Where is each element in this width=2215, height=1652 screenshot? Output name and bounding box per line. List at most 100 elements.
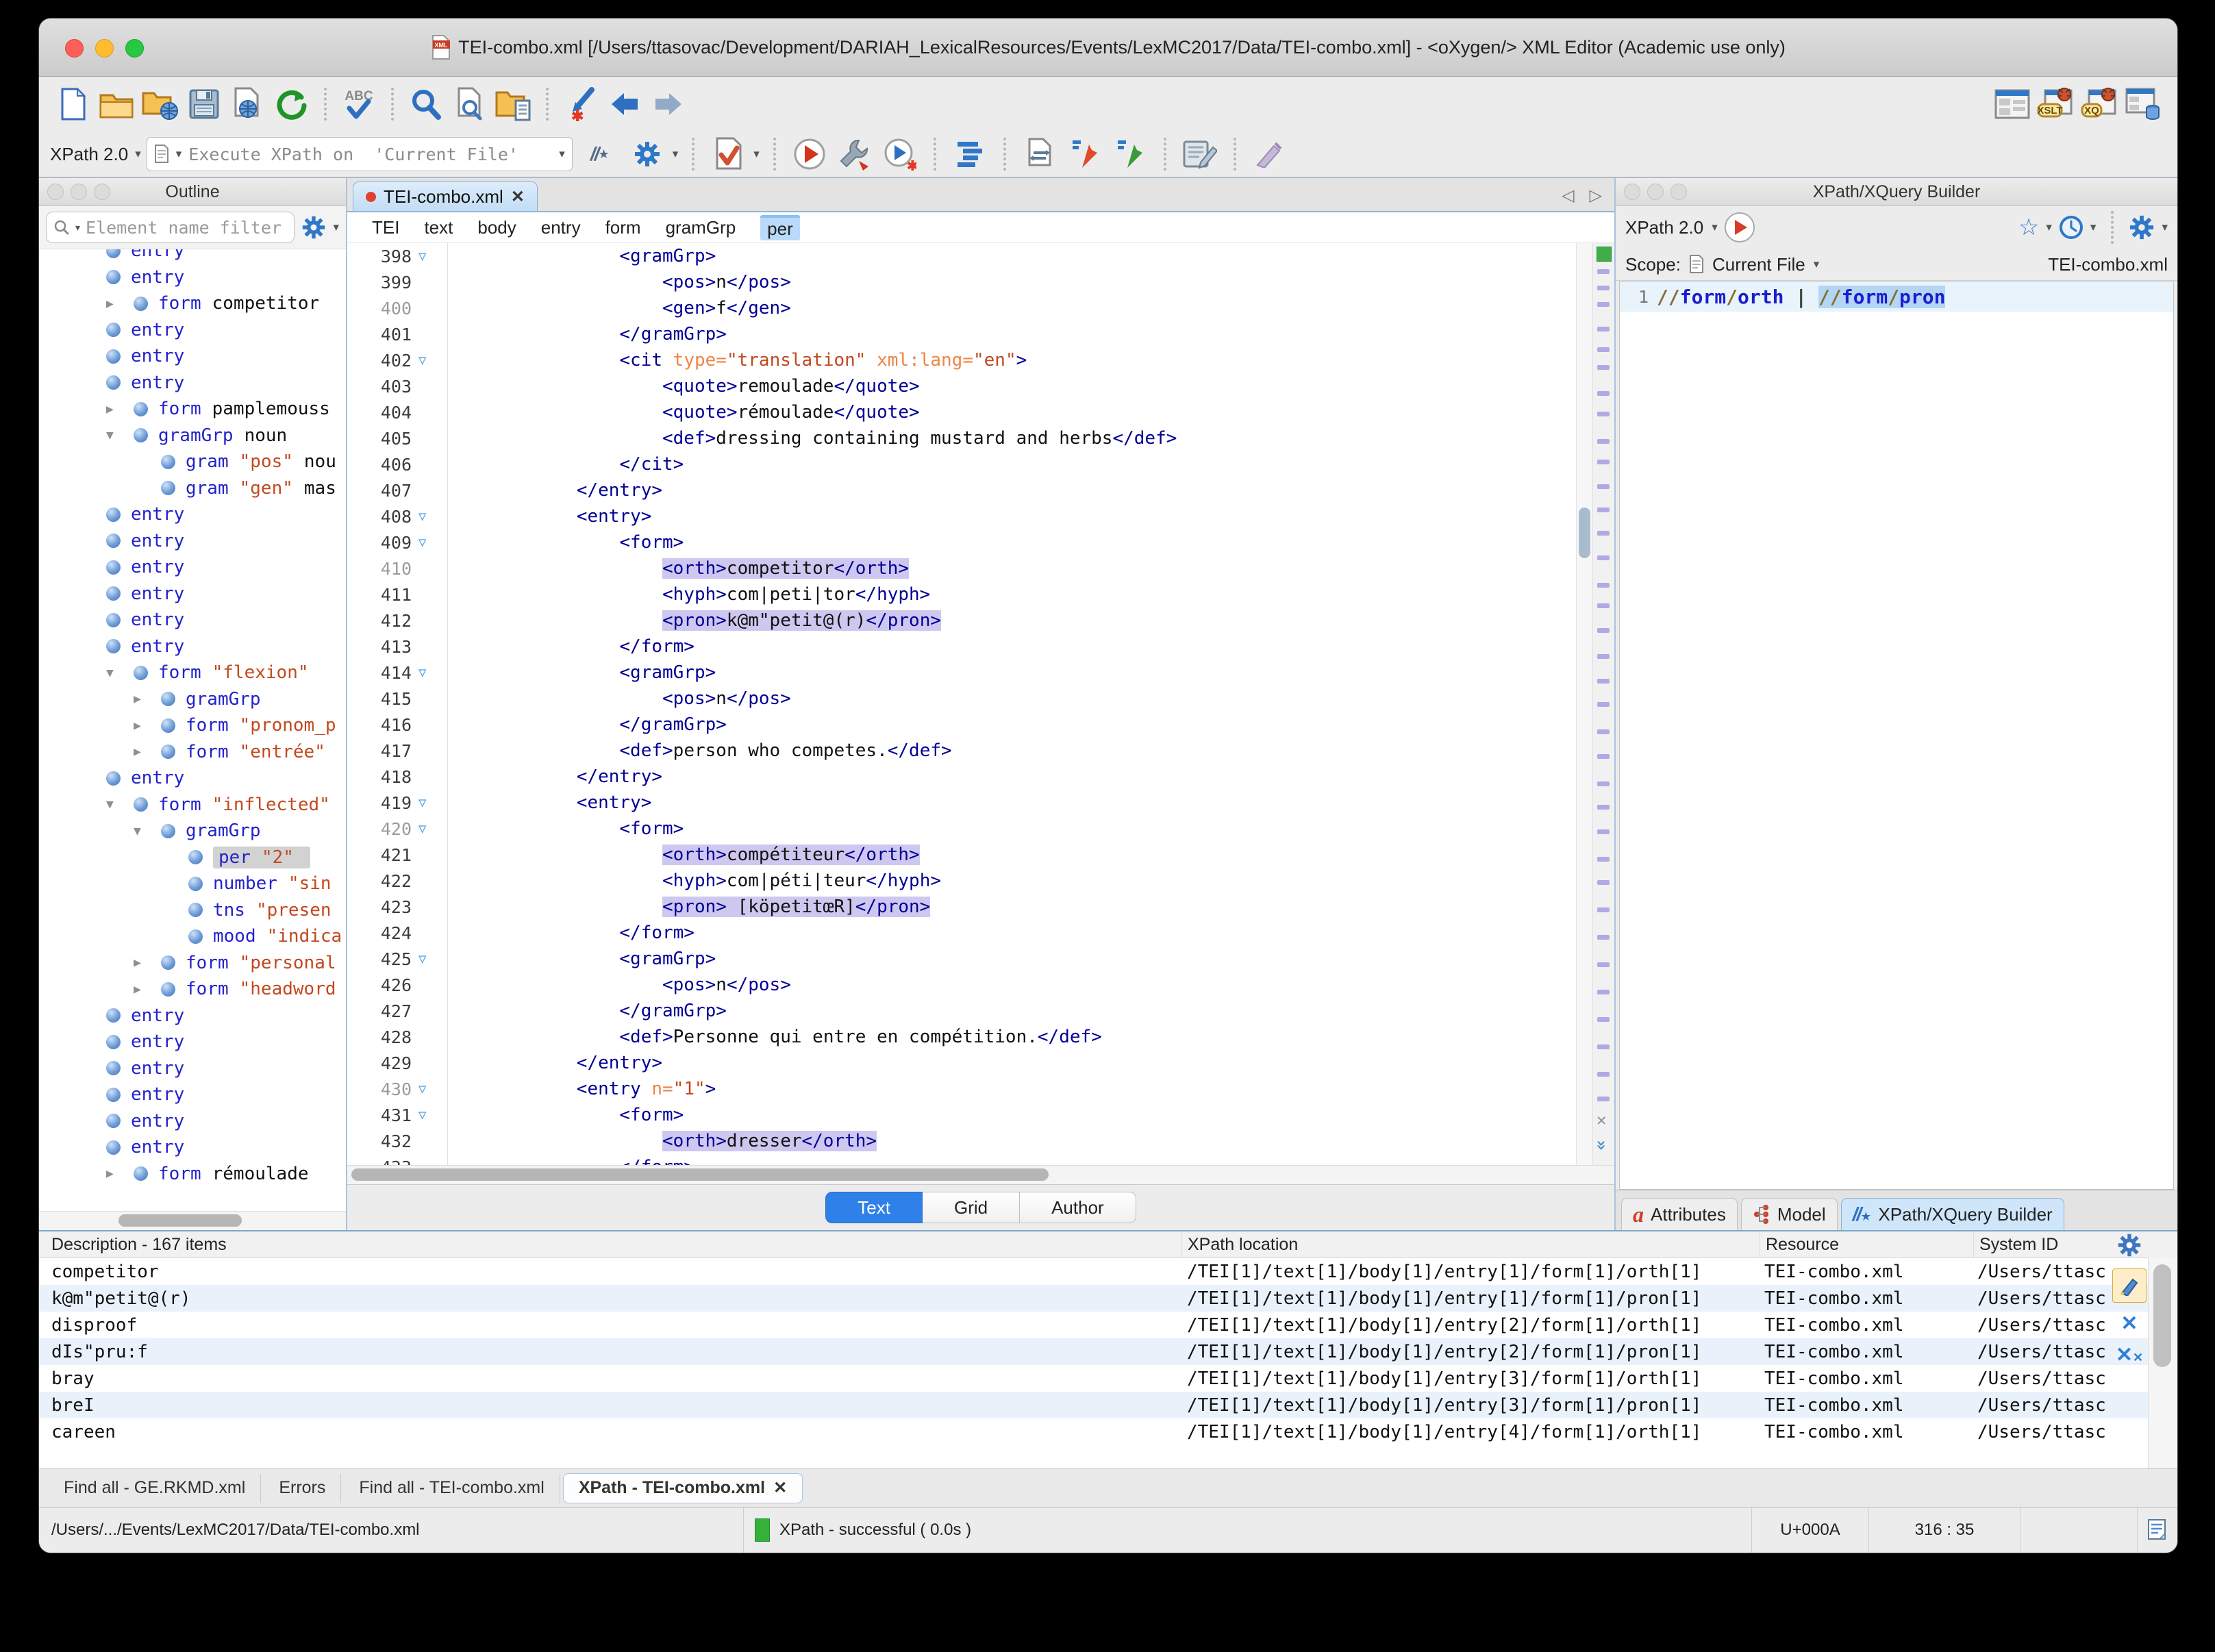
- find-replace-in-files-button[interactable]: [494, 84, 534, 124]
- tree-expand-arrow-icon[interactable]: ▼: [134, 824, 161, 838]
- occurrence-marker[interactable]: [1597, 857, 1610, 862]
- code-line[interactable]: 411 <hyph>com|peti|tor</hyph>: [347, 581, 1614, 608]
- code-line[interactable]: 423 <pron> [köpetitœR]</pron>: [347, 894, 1614, 920]
- results-vertical-scrollbar[interactable]: [2148, 1257, 2177, 1468]
- code-line[interactable]: 418 </entry>: [347, 764, 1614, 790]
- breadcrumb-item[interactable]: entry: [541, 217, 581, 238]
- minimize-window-button[interactable]: [95, 39, 114, 58]
- occurrence-marker[interactable]: [1597, 603, 1610, 608]
- go-to-last-edit-button[interactable]: ✱: [561, 84, 601, 124]
- bottom-marker-chevrons-icon[interactable]: »: [1591, 1140, 1612, 1151]
- occurrence-marker[interactable]: [1597, 628, 1610, 633]
- results-view-tab[interactable]: XPath - TEI-combo.xml ✕: [562, 1473, 803, 1503]
- results-view-tab[interactable]: Find all - GE.RKMD.xml: [49, 1473, 262, 1503]
- chevron-down-icon[interactable]: ▾: [333, 221, 339, 234]
- occurrence-marker[interactable]: [1597, 908, 1610, 912]
- code-line[interactable]: 428 <def>Personne qui entre en compétitio…: [347, 1024, 1614, 1050]
- breadcrumb-item[interactable]: text: [424, 217, 453, 238]
- highlight-results-button[interactable]: [2112, 1268, 2147, 1303]
- view-mode-grid[interactable]: Grid: [922, 1192, 1021, 1223]
- occurrence-marker[interactable]: [1597, 484, 1610, 489]
- results-column-resource[interactable]: Resource: [1760, 1231, 1973, 1257]
- code-line[interactable]: 405 <def>dressing containing mustard and …: [347, 425, 1614, 451]
- validate-document-button[interactable]: [708, 134, 748, 174]
- search-button[interactable]: [406, 84, 446, 124]
- fold-arrow-icon[interactable]: ▽: [414, 1081, 447, 1097]
- code-line[interactable]: 429 </entry>: [347, 1050, 1614, 1076]
- outline-item[interactable]: tns "presen: [39, 897, 346, 924]
- fold-arrow-icon[interactable]: ▽: [414, 665, 447, 680]
- chevron-down-icon[interactable]: ▾: [1712, 221, 1718, 234]
- result-row[interactable]: bray/TEI[1]/text[1]/body[1]/entry[3]/for…: [39, 1365, 2177, 1392]
- xquery-debugger-button[interactable]: XQ: [2080, 84, 2120, 124]
- fold-arrow-icon[interactable]: ▽: [414, 353, 447, 368]
- outline-item[interactable]: ▶ form competitor: [39, 290, 346, 317]
- tree-expand-arrow-icon[interactable]: ▶: [134, 718, 161, 733]
- scrollbar-thumb[interactable]: [1579, 508, 1590, 558]
- occurrence-marker[interactable]: [1597, 1097, 1610, 1101]
- new-document-button[interactable]: [53, 84, 92, 124]
- configure-transformation-button[interactable]: [835, 134, 875, 174]
- close-tab-icon[interactable]: ✕: [511, 187, 525, 207]
- builder-tab-attributes[interactable]: a Attributes: [1621, 1198, 1738, 1230]
- chevron-down-icon[interactable]: ▾: [176, 147, 182, 161]
- tree-expand-arrow-icon[interactable]: ▶: [106, 1166, 134, 1181]
- overview-ruler[interactable]: ✕ »: [1591, 243, 1614, 1165]
- scrollbar-thumb[interactable]: [351, 1168, 1049, 1181]
- code-line[interactable]: 413 </form>: [347, 634, 1614, 660]
- editor-layout-button[interactable]: [1992, 84, 2032, 124]
- code-line[interactable]: 398 ▽ <gramGrp>: [347, 243, 1614, 269]
- view-mode-author[interactable]: Author: [1020, 1192, 1136, 1223]
- chevron-down-icon[interactable]: ▾: [135, 147, 141, 161]
- result-row[interactable]: dIs"pru:f/TEI[1]/text[1]/body[1]/entry[2…: [39, 1338, 2177, 1365]
- outline-item[interactable]: per "2": [39, 844, 346, 871]
- occurrence-marker[interactable]: [1597, 391, 1610, 396]
- result-row[interactable]: k@m"petit@(r) /TEI[1]/text[1]/body[1]/ent…: [39, 1285, 2177, 1312]
- code-line[interactable]: 425 ▽ <gramGrp>: [347, 946, 1614, 972]
- chevron-down-icon[interactable]: ▾: [753, 147, 760, 161]
- xpath-combo-text[interactable]: Execute XPath on 'Current File': [188, 145, 552, 164]
- occurrence-marker[interactable]: [1597, 781, 1610, 786]
- outline-item[interactable]: ▼ gramGrp noun: [39, 423, 346, 449]
- tree-expand-arrow-icon[interactable]: ▼: [106, 666, 134, 680]
- outline-item[interactable]: ▼ form "inflected": [39, 792, 346, 818]
- result-row[interactable]: disproof/TEI[1]/text[1]/body[1]/entry[2]…: [39, 1312, 2177, 1338]
- validation-status-indicator[interactable]: [1597, 247, 1612, 262]
- outline-panel-header[interactable]: Outline: [39, 178, 346, 206]
- results-column-xpath[interactable]: XPath location: [1181, 1231, 1760, 1257]
- occurrence-marker[interactable]: [1597, 754, 1610, 759]
- outline-item[interactable]: gram "pos" nou: [39, 449, 346, 475]
- breadcrumb-item[interactable]: TEI: [372, 217, 399, 238]
- code-line[interactable]: 406 </cit>: [347, 451, 1614, 477]
- promote-red-button[interactable]: [1065, 134, 1105, 174]
- code-line[interactable]: 401 </gramGrp>: [347, 321, 1614, 347]
- tree-expand-arrow-icon[interactable]: ▶: [134, 955, 161, 970]
- outline-item[interactable]: ▶ form "pronom_p: [39, 712, 346, 739]
- occurrence-marker[interactable]: [1597, 269, 1610, 274]
- code-editor[interactable]: 398 ▽ <gramGrp> 399 <pos>n</pos> 400 <gen>f</g…: [347, 243, 1614, 1165]
- close-window-button[interactable]: [65, 39, 84, 58]
- remove-result-button[interactable]: ✕: [2120, 1314, 2138, 1334]
- breadcrumb-item[interactable]: body: [477, 217, 516, 238]
- tree-expand-arrow-icon[interactable]: ▶: [106, 402, 134, 416]
- forward-button[interactable]: [649, 84, 688, 124]
- fold-arrow-icon[interactable]: ▽: [414, 1107, 447, 1123]
- outline-item[interactable]: ▶ gramGrp: [39, 686, 346, 713]
- builder-tab-model[interactable]: Model: [1740, 1198, 1838, 1230]
- fold-arrow-icon[interactable]: ▽: [414, 509, 447, 524]
- outline-item[interactable]: entry: [39, 1029, 346, 1055]
- code-line[interactable]: 422 <hyph>com|péti|teur</hyph>: [347, 868, 1614, 894]
- code-line[interactable]: 416 </gramGrp>: [347, 712, 1614, 738]
- occurrence-marker[interactable]: [1597, 347, 1610, 352]
- chevron-down-icon[interactable]: ▾: [2090, 221, 2097, 234]
- scope-value[interactable]: Current File: [1712, 254, 1805, 275]
- code-line[interactable]: 404 <quote>rémoulade</quote>: [347, 399, 1614, 425]
- fold-arrow-icon[interactable]: ▽: [414, 821, 447, 836]
- outline-item[interactable]: entry: [39, 1108, 346, 1135]
- outline-item[interactable]: entry: [39, 581, 346, 608]
- occurrence-marker[interactable]: [1597, 460, 1610, 464]
- occurrence-marker[interactable]: [1597, 583, 1610, 588]
- tree-expand-arrow-icon[interactable]: ▶: [134, 982, 161, 997]
- chevron-down-icon[interactable]: ▾: [75, 222, 80, 234]
- code-line[interactable]: 408 ▽ <entry>: [347, 503, 1614, 529]
